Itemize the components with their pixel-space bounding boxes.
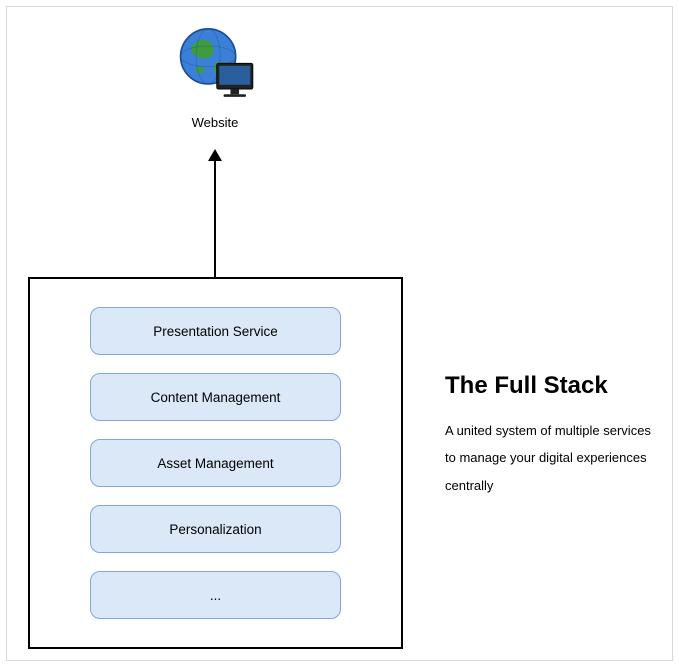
- layer-label: Personalization: [169, 522, 261, 537]
- layer-label: Presentation Service: [153, 324, 278, 339]
- stack-layers-list: Presentation Service Content Management …: [30, 279, 401, 639]
- layer-label: ...: [210, 588, 221, 603]
- full-stack-container: Presentation Service Content Management …: [28, 277, 403, 649]
- layer-more: ...: [90, 571, 341, 619]
- arrow-connector: [214, 152, 216, 277]
- globe-monitor-icon: [172, 22, 258, 108]
- layer-label: Asset Management: [157, 456, 273, 471]
- layer-asset-management: Asset Management: [90, 439, 341, 487]
- website-label: Website: [172, 115, 258, 130]
- diagram-description: A united system of multiple services to …: [445, 417, 665, 499]
- diagram-title: The Full Stack: [445, 372, 608, 400]
- layer-content-management: Content Management: [90, 373, 341, 421]
- layer-personalization: Personalization: [90, 505, 341, 553]
- layer-label: Content Management: [151, 390, 281, 405]
- diagram-canvas: Website Presentation Service Content Man…: [6, 6, 673, 661]
- layer-presentation-service: Presentation Service: [90, 307, 341, 355]
